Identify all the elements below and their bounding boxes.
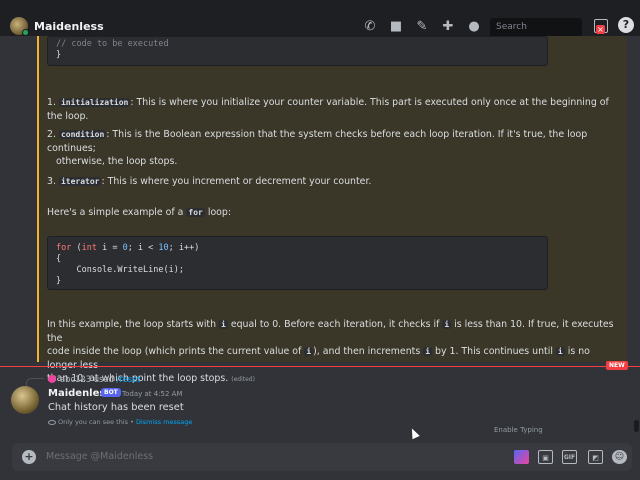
- list-text: : This is where you initialize your coun…: [47, 97, 609, 122]
- sticker-icon[interactable]: ◩: [588, 450, 603, 464]
- video-icon[interactable]: ■: [388, 19, 404, 35]
- new-messages-divider: [0, 366, 640, 367]
- list-number: 3.: [47, 176, 56, 187]
- example-intro: Here's a simple example of a for loop:: [47, 206, 617, 220]
- channel-title: Maidenless: [34, 20, 104, 33]
- code-token: for: [56, 243, 72, 253]
- list-text: : This is the Boolean expression that th…: [47, 129, 588, 154]
- bot-avatar[interactable]: [11, 386, 39, 414]
- help-icon[interactable]: ?: [618, 17, 634, 33]
- pin-icon[interactable]: ✎: [414, 19, 430, 35]
- typing-indicator: Enable Typing: [494, 426, 543, 434]
- text: used: [91, 374, 117, 384]
- highlighted-message: [37, 36, 627, 362]
- list-text: : This is where you increment or decreme…: [101, 176, 372, 187]
- phone-icon[interactable]: ✆: [362, 19, 378, 35]
- text: Here's a simple example of a: [47, 207, 187, 218]
- search-input[interactable]: Search: [490, 18, 582, 38]
- online-status-icon: [22, 29, 29, 36]
- text: equal to 0. Before each iteration, it ch…: [227, 319, 443, 330]
- code-block: // code to be executed }: [47, 36, 548, 66]
- gif-button[interactable]: GIF: [562, 450, 577, 464]
- reply-avatar[interactable]: [48, 375, 56, 383]
- list-text: otherwise, the loop stops.: [56, 156, 178, 167]
- eye-icon: [48, 419, 56, 425]
- reply-username[interactable]: abc123: [60, 374, 91, 384]
- text: In this example, the loop starts with: [47, 319, 220, 330]
- mouse-cursor-icon: [408, 426, 420, 440]
- code-token: int: [81, 243, 97, 253]
- emoji-icon[interactable]: ☺: [612, 450, 627, 464]
- message-timestamp: Today at 4:52 AM: [122, 390, 183, 398]
- mention-badge-icon: ×: [596, 25, 605, 34]
- text: ), and then increments: [313, 346, 424, 357]
- add-attachment-button[interactable]: +: [22, 450, 36, 464]
- text: Only you can see this •: [58, 418, 136, 426]
- inline-code: i: [219, 320, 228, 329]
- command-link[interactable]: /reset: [117, 374, 141, 384]
- dismiss-message-link[interactable]: Dismiss message: [136, 418, 192, 426]
- code-token: i =: [96, 243, 123, 253]
- code-token: (: [71, 243, 82, 253]
- inline-code: initialization: [58, 98, 131, 107]
- gift-icon[interactable]: ▣: [538, 450, 553, 464]
- inline-code: i: [304, 347, 314, 356]
- list-item: 1. initialization: This is where you ini…: [47, 96, 617, 123]
- text: code inside the loop (which prints the c…: [47, 346, 305, 357]
- inline-code: condition: [58, 130, 107, 139]
- list-item: 2. condition: This is the Boolean expres…: [47, 128, 617, 169]
- list-number: 1.: [47, 97, 56, 108]
- text: by 1. This continues until: [432, 346, 556, 357]
- bot-tag: BOT: [101, 388, 121, 397]
- inline-code: iterator: [58, 177, 102, 186]
- reply-spine: [26, 378, 44, 386]
- code-comment: // code to be executed: [56, 39, 169, 49]
- nitro-gift-icon[interactable]: [514, 450, 529, 464]
- scrollbar[interactable]: [634, 420, 639, 432]
- code-token: 10: [158, 243, 169, 253]
- message-text: Chat history has been reset: [48, 402, 184, 413]
- new-badge: NEW: [606, 361, 628, 370]
- message-list[interactable]: [0, 36, 640, 362]
- code-block: for (int i = 0; i < 10; i++) { Console.W…: [47, 236, 548, 290]
- command-reference[interactable]: abc123 used /reset: [60, 374, 141, 384]
- inline-code: i: [442, 320, 452, 329]
- code-line: for (int i = 0; i < 10; i++): [56, 243, 539, 254]
- message-input[interactable]: Message @Maidenless: [46, 451, 153, 462]
- code-line: }: [56, 276, 62, 286]
- inline-code: for: [186, 208, 205, 217]
- inline-code: i: [555, 347, 565, 356]
- code-line: {: [56, 254, 62, 264]
- list-item: 3. iterator: This is where you increment…: [47, 175, 617, 189]
- code-line: Console.WriteLine(i);: [56, 265, 184, 275]
- text: loop:: [204, 207, 232, 218]
- list-number: 2.: [47, 129, 56, 140]
- inline-code: i: [423, 347, 433, 356]
- profile-icon[interactable]: ●: [466, 19, 482, 35]
- code-line: }: [56, 50, 62, 60]
- code-token: ; i++): [168, 243, 200, 253]
- edited-label: (edited): [231, 376, 255, 383]
- ephemeral-notice: Only you can see this • Dismiss message: [48, 418, 192, 426]
- code-token: ; i <: [127, 243, 159, 253]
- add-friend-icon[interactable]: ✚: [440, 19, 456, 35]
